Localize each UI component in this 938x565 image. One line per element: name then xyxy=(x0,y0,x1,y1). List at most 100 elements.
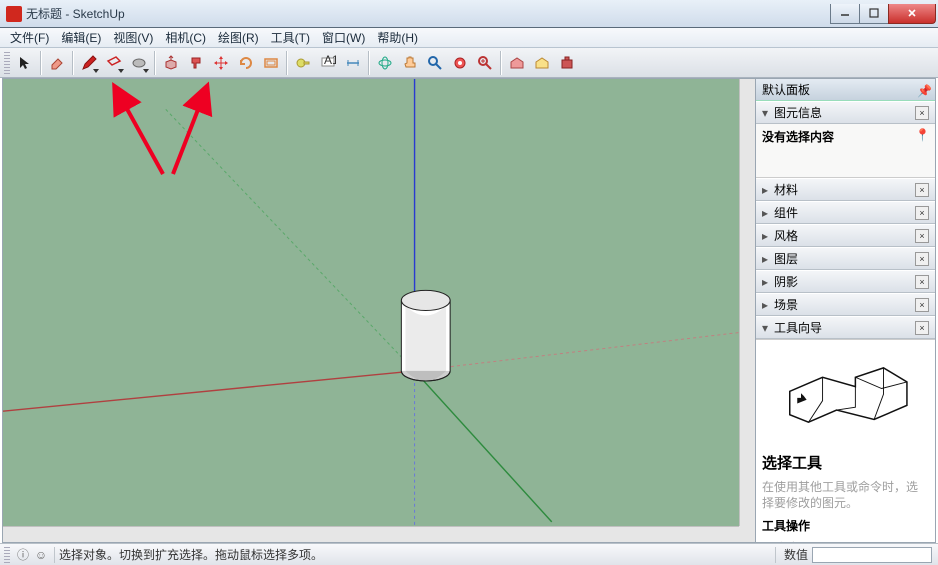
window-controls xyxy=(831,4,936,24)
pencil-tool[interactable] xyxy=(77,51,101,75)
panel-close-icon[interactable]: × xyxy=(915,298,929,312)
caret-right-icon: ▸ xyxy=(762,229,770,243)
menu-view[interactable]: 视图(V) xyxy=(107,27,159,48)
caret-down-icon: ▾ xyxy=(762,321,770,335)
pin-icon[interactable]: 📍 xyxy=(915,128,929,142)
panel-close-icon[interactable]: × xyxy=(915,206,929,220)
panel-title: 图元信息 xyxy=(774,104,822,121)
toolbar-sep xyxy=(286,51,288,75)
pan-tool[interactable] xyxy=(398,51,422,75)
panel-instructor[interactable]: ▾ 工具向导 × xyxy=(756,316,935,339)
select-tool[interactable] xyxy=(13,51,37,75)
menu-edit[interactable]: 编辑(E) xyxy=(55,27,107,48)
panel-close-icon[interactable]: × xyxy=(915,229,929,243)
panel-title: 组件 xyxy=(774,204,798,221)
text-tool[interactable]: A1 xyxy=(316,51,340,75)
svg-text:A1: A1 xyxy=(324,55,336,67)
status-hint: 选择对象。切换到扩充选择。拖动鼠标选择多项。 xyxy=(59,546,323,563)
dim-tool[interactable] xyxy=(341,51,365,75)
panel-close-icon[interactable]: × xyxy=(915,183,929,197)
caret-right-icon: ▸ xyxy=(762,275,770,289)
menu-tools[interactable]: 工具(T) xyxy=(265,27,316,48)
status-info-icon[interactable]: ⓘ xyxy=(14,546,32,563)
tray-pin-icon[interactable]: 📌 xyxy=(917,84,929,96)
menu-draw[interactable]: 绘图(R) xyxy=(212,27,265,48)
menubar: 文件(F) 编辑(E) 视图(V) 相机(C) 绘图(R) 工具(T) 窗口(W… xyxy=(0,28,938,48)
circle-tool[interactable] xyxy=(127,51,151,75)
instructor-op-head: 工具操作 xyxy=(762,519,810,533)
offset-tool[interactable] xyxy=(259,51,283,75)
instructor-body: 选择工具 在使用其他工具或命令时，选择要修改的图元。 工具操作 1. 点击图元。… xyxy=(756,339,935,542)
panel-materials[interactable]: ▸ 材料 × xyxy=(756,178,935,201)
panel-close-icon[interactable]: × xyxy=(915,252,929,266)
status-user-icon[interactable]: ☺ xyxy=(32,548,50,562)
ext-tool[interactable] xyxy=(555,51,579,75)
panel-title: 阴影 xyxy=(774,273,798,290)
warehouse2-tool[interactable] xyxy=(530,51,554,75)
eraser-tool[interactable] xyxy=(45,51,69,75)
paint-tool[interactable] xyxy=(184,51,208,75)
menu-window[interactable]: 窗口(W) xyxy=(316,27,371,48)
toolbar-grip[interactable] xyxy=(4,52,10,74)
viewport-scroll-corner xyxy=(739,526,755,542)
maximize-button[interactable] xyxy=(859,4,889,24)
panel-close-icon[interactable]: × xyxy=(915,321,929,335)
caret-right-icon: ▸ xyxy=(762,298,770,312)
viewport-scroll-v[interactable] xyxy=(739,79,755,526)
rotate-tool[interactable] xyxy=(234,51,258,75)
caret-down-icon: ▾ xyxy=(762,106,770,120)
tray-header[interactable]: 默认面板 📌 xyxy=(756,79,935,101)
panel-close-icon[interactable]: × xyxy=(915,275,929,289)
workspace: 默认面板 📌 ▾ 图元信息 × 没有选择内容 📍 ▸材料× ▸组件× ▸风格× … xyxy=(2,78,936,543)
statusbar: ⓘ ☺ 选择对象。切换到扩充选择。拖动鼠标选择多项。 数值 xyxy=(0,543,938,565)
panel-entity-info[interactable]: ▾ 图元信息 × xyxy=(756,101,935,124)
panel-title: 工具向导 xyxy=(774,319,822,336)
panel-components[interactable]: ▸组件× xyxy=(756,201,935,224)
vcb-input[interactable] xyxy=(812,547,932,563)
tray-title: 默认面板 xyxy=(762,81,810,98)
minimize-button[interactable] xyxy=(830,4,860,24)
zoom-tool[interactable] xyxy=(423,51,447,75)
toolbar-sep xyxy=(40,51,42,75)
menu-file[interactable]: 文件(F) xyxy=(4,27,55,48)
panel-styles[interactable]: ▸ 风格 × xyxy=(756,224,935,247)
viewport[interactable] xyxy=(2,78,756,543)
menu-camera[interactable]: 相机(C) xyxy=(159,27,212,48)
panel-shadows[interactable]: ▸ 阴影 × xyxy=(756,270,935,293)
statusbar-grip[interactable] xyxy=(4,547,10,563)
tape-tool[interactable] xyxy=(291,51,315,75)
statusbar-sep xyxy=(54,547,55,563)
panel-close-icon[interactable]: × xyxy=(915,106,929,120)
previous-tool[interactable] xyxy=(473,51,497,75)
panel-title: 场景 xyxy=(774,296,798,313)
toolbar: A1 xyxy=(0,48,938,78)
toolbar-sep xyxy=(500,51,502,75)
panel-title: 材料 xyxy=(774,181,798,198)
instructor-illustration xyxy=(762,346,929,446)
app-icon xyxy=(6,6,22,22)
warehouse-tool[interactable] xyxy=(505,51,529,75)
instructor-op-1: 1. 点击图元。 xyxy=(762,540,929,542)
close-button[interactable] xyxy=(888,4,936,24)
menu-help[interactable]: 帮助(H) xyxy=(371,27,424,48)
toolbar-sep xyxy=(154,51,156,75)
panel-layers[interactable]: ▸图层× xyxy=(756,247,935,270)
pushpull-tool[interactable] xyxy=(159,51,183,75)
panel-scenes[interactable]: ▸ 场景 × xyxy=(756,293,935,316)
vcb-label: 数值 xyxy=(784,546,808,563)
rect-tool[interactable] xyxy=(102,51,126,75)
entity-info-text: 没有选择内容 xyxy=(762,128,834,145)
zoom-extents-tool[interactable] xyxy=(448,51,472,75)
toolbar-sep xyxy=(368,51,370,75)
entity-info-body: 没有选择内容 📍 xyxy=(756,124,935,178)
instructor-desc: 在使用其他工具或命令时，选择要修改的图元。 xyxy=(762,479,929,511)
orbit-tool[interactable] xyxy=(373,51,397,75)
statusbar-sep xyxy=(775,547,776,563)
viewport-scroll-h[interactable] xyxy=(3,526,739,542)
caret-right-icon: ▸ xyxy=(762,183,770,197)
model-canvas xyxy=(3,79,755,542)
instructor-title: 选择工具 xyxy=(762,452,929,473)
titlebar: 无标题 - SketchUp xyxy=(0,0,938,28)
panel-title: 风格 xyxy=(774,227,798,244)
move-tool[interactable] xyxy=(209,51,233,75)
